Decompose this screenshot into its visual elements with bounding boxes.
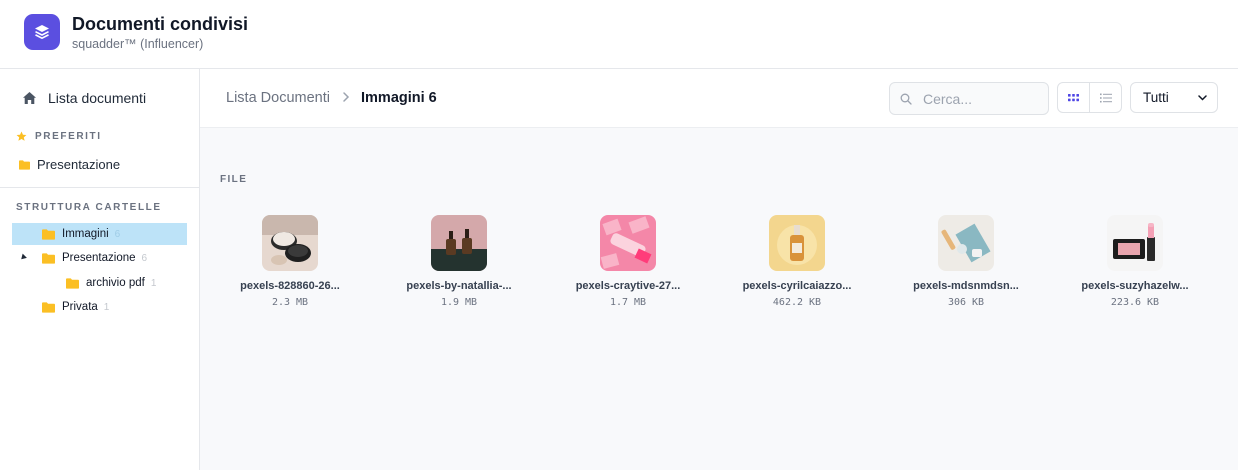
search-input[interactable] xyxy=(923,90,1033,107)
app-title: Documenti condivisi xyxy=(72,14,249,34)
app-subtitle: squadder™ (Influencer) xyxy=(72,37,204,51)
expand-caret-icon[interactable] xyxy=(19,253,27,262)
list-icon xyxy=(1099,93,1112,102)
file-card[interactable]: pexels-828860-26... 2.3 MB xyxy=(220,215,360,315)
tree-item-count: 1 xyxy=(103,301,110,313)
folder-icon xyxy=(42,252,55,264)
skincare-set-icon xyxy=(938,215,994,271)
file-card[interactable]: pexels-by-natallia-... 1.9 MB xyxy=(389,215,529,315)
file-name: pexels-by-natallia-... xyxy=(406,280,512,292)
list-view-button[interactable] xyxy=(1089,83,1121,112)
folder-icon xyxy=(42,228,55,240)
sidebar: Lista documenti PREFERITI Presentazione … xyxy=(0,69,200,470)
file-name: pexels-craytive-27... xyxy=(575,280,681,292)
main-content: Lista Documenti Immagini 6 Cerca... Tutt… xyxy=(200,69,1238,470)
favorite-item-presentazione[interactable]: Presentazione xyxy=(19,157,120,172)
file-card[interactable]: pexels-craytive-27... 1.7 MB xyxy=(558,215,698,315)
star-icon xyxy=(16,131,27,141)
filter-select-value: Tutti xyxy=(1143,90,1169,105)
folder-icon xyxy=(19,159,30,170)
folder-icon xyxy=(66,277,79,289)
layers-logo-icon[interactable] xyxy=(24,14,60,50)
file-name: pexels-suzyhazelw... xyxy=(1081,280,1189,292)
tree-item-privata[interactable]: Privata 1 xyxy=(42,296,109,318)
file-size: 306 KB xyxy=(947,297,985,308)
tree-item-count: 6 xyxy=(141,252,148,264)
file-card[interactable]: pexels-suzyhazelw... 223.6 KB xyxy=(1065,215,1205,315)
folder-tree-title: STRUTTURA CARTELLE xyxy=(16,202,162,213)
favorites-title: PREFERITI xyxy=(16,131,102,142)
pink-tubes-icon xyxy=(600,215,656,271)
file-name: pexels-mdsnmdsn... xyxy=(913,280,1019,292)
folder-icon xyxy=(42,301,55,313)
favorite-item-label: Presentazione xyxy=(37,157,121,172)
file-size: 1.7 MB xyxy=(609,297,647,308)
chevron-right-icon xyxy=(343,92,350,102)
search-icon xyxy=(900,93,912,105)
file-size: 223.6 KB xyxy=(1110,297,1160,308)
file-size: 462.2 KB xyxy=(772,297,822,308)
file-name: pexels-cyrilcaiazzo... xyxy=(742,280,852,292)
nav-lista-documenti-label: Lista documenti xyxy=(48,90,147,106)
chevron-down-icon xyxy=(1198,94,1207,101)
sidebar-divider xyxy=(0,187,199,188)
oil-bottle-icon xyxy=(769,215,825,271)
file-card[interactable]: pexels-cyrilcaiazzo... 462.2 KB xyxy=(727,215,867,315)
grid-icon xyxy=(1068,93,1080,101)
nav-lista-documenti[interactable]: Lista documenti xyxy=(22,89,146,107)
search-box[interactable] xyxy=(889,82,1049,115)
breadcrumb-current: Immagini 6 xyxy=(361,90,437,106)
tree-item-presentazione[interactable]: Presentazione 6 xyxy=(42,247,147,269)
tree-item-label: Immagini xyxy=(62,228,109,240)
grid-view-button[interactable] xyxy=(1058,83,1089,112)
file-card[interactable]: pexels-mdsnmdsn... 306 KB xyxy=(896,215,1036,315)
filter-select[interactable]: Tutti xyxy=(1130,82,1218,113)
cosmetic-jars-icon xyxy=(262,215,318,271)
tree-item-label: Presentazione xyxy=(62,252,136,264)
tree-item-count: 1 xyxy=(150,277,157,289)
tree-item-count: 6 xyxy=(114,228,121,240)
tree-item-label: Privata xyxy=(62,301,98,313)
app-header: Documenti condivisi squadder™ (Influence… xyxy=(0,0,1238,69)
toolbar: Lista Documenti Immagini 6 Cerca... Tutt… xyxy=(200,69,1238,128)
lipstick-palette-icon xyxy=(1107,215,1163,271)
breadcrumb-root-link[interactable]: Lista Documenti xyxy=(226,90,330,106)
tree-item-archivio-pdf[interactable]: archivio pdf 1 xyxy=(66,272,156,294)
serum-bottles-icon xyxy=(431,215,487,271)
file-size: 1.9 MB xyxy=(440,297,478,308)
tree-item-immagini[interactable]: Immagini 6 xyxy=(12,223,187,245)
favorites-title-label: PREFERITI xyxy=(35,131,102,142)
file-size: 2.3 MB xyxy=(271,297,309,308)
files-section-label: FILE xyxy=(220,174,248,185)
view-toggle xyxy=(1057,82,1122,113)
file-grid: pexels-828860-26... 2.3 MB pexels-by-nat… xyxy=(220,215,1238,325)
file-name: pexels-828860-26... xyxy=(240,280,340,292)
home-icon xyxy=(23,92,36,104)
tree-item-label: archivio pdf xyxy=(86,277,145,289)
